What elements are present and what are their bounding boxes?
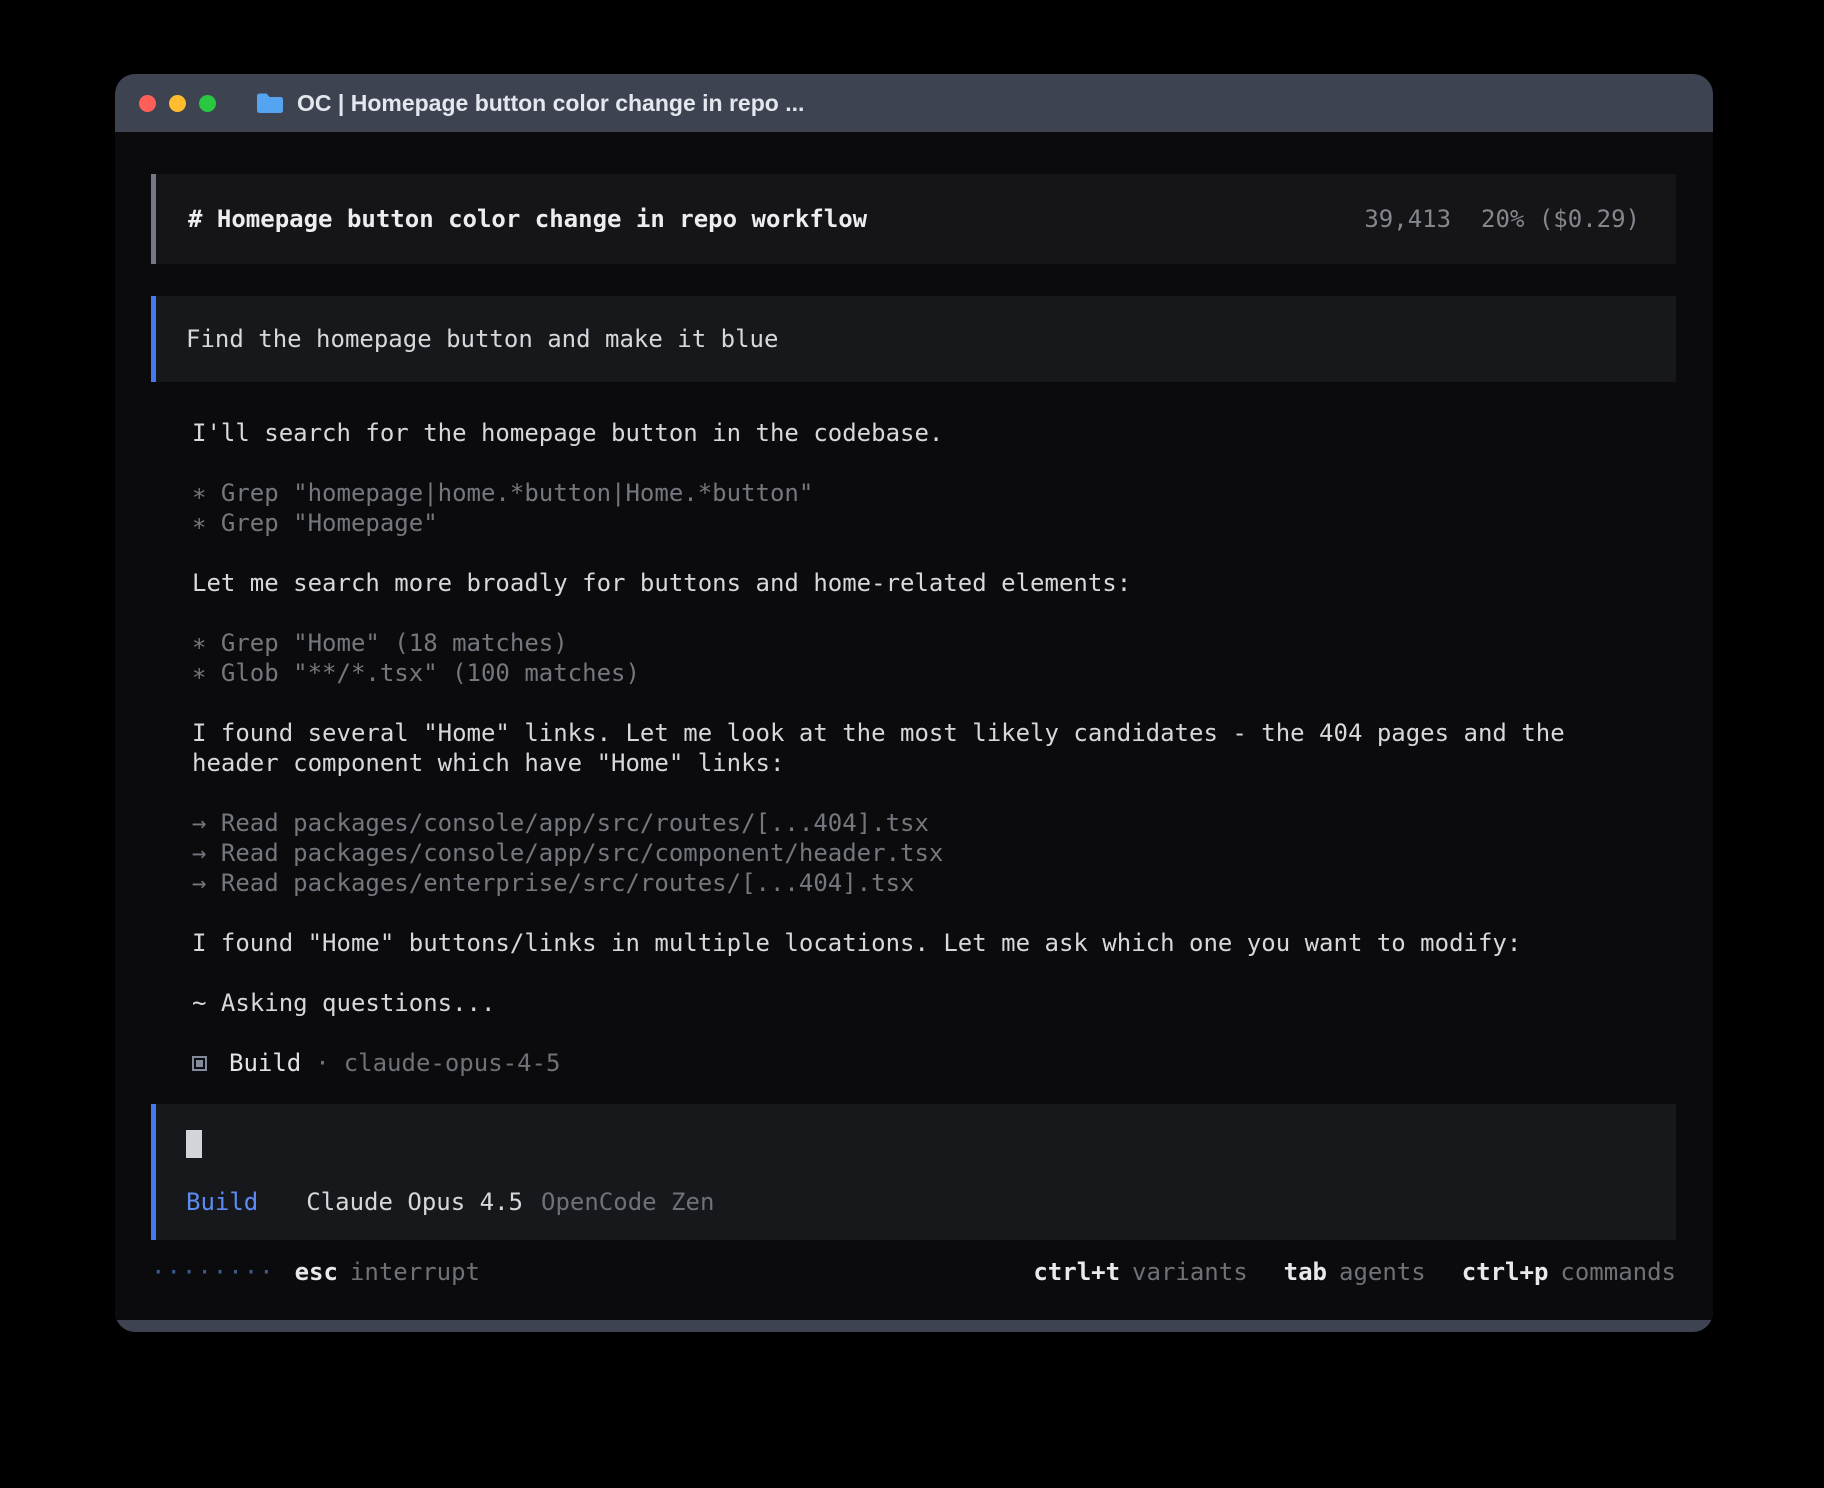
prompt-input[interactable]: Build Claude Opus 4.5 OpenCode Zen [151,1104,1676,1240]
transcript-line [192,898,1647,928]
context-usage: 20% ($0.29) [1481,205,1640,233]
transcript-line: ~ Asking questions... [192,988,1647,1018]
transcript-line: ∗ Grep "homepage|home.*button|Home.*butt… [192,478,1647,508]
window-bottom-edge [115,1320,1713,1332]
input-model-label[interactable]: Claude Opus 4.5 [306,1188,523,1216]
shortcut-label: variants [1132,1258,1248,1286]
transcript-line [192,598,1647,628]
shortcut-hints: ctrl+t variants tab agents ctrl+p commands [1033,1258,1676,1286]
transcript-line [192,448,1647,478]
transcript-line: → Read packages/enterprise/src/routes/[.… [192,868,1647,898]
agent-name: Build [229,1049,301,1077]
terminal-window: OC | Homepage button color change in rep… [115,74,1713,1332]
agent-icon [192,1056,207,1071]
transcript-line: ∗ Grep "Home" (18 matches) [192,628,1647,658]
user-message-text: Find the homepage button and make it blu… [186,325,778,353]
input-provider-label: OpenCode Zen [541,1188,714,1216]
shortcut-label: agents [1339,1258,1426,1286]
minimize-button[interactable] [169,95,186,112]
shortcut-key: ctrl+p [1462,1258,1549,1286]
shortcut-label: commands [1560,1258,1676,1286]
transcript-line: → Read packages/console/app/src/routes/[… [192,808,1647,838]
transcript-line: Let me search more broadly for buttons a… [192,568,1647,598]
window-titlebar[interactable]: OC | Homepage button color change in rep… [115,74,1713,132]
transcript-line: ∗ Glob "**/*.tsx" (100 matches) [192,658,1647,688]
agent-status-line: Build · claude-opus-4-5 [192,1048,1676,1078]
transcript-line [192,538,1647,568]
close-button[interactable] [139,95,156,112]
activity-dots: ········ [151,1258,275,1286]
esc-key-label: interrupt [350,1258,480,1286]
input-agent-label[interactable]: Build [186,1188,258,1216]
shortcut-key: tab [1284,1258,1327,1286]
esc-key-hint: esc [295,1258,338,1286]
user-message: Find the homepage button and make it blu… [151,296,1676,382]
transcript: I'll search for the homepage button in t… [192,418,1647,1018]
input-meta: Build Claude Opus 4.5 OpenCode Zen [186,1188,1646,1216]
transcript-line: ∗ Grep "Homepage" [192,508,1647,538]
token-count: 39,413 [1364,205,1451,233]
transcript-line [192,688,1647,718]
text-cursor [186,1130,202,1158]
shortcut-hint: ctrl+t variants [1033,1258,1247,1286]
folder-icon [255,91,283,115]
shortcut-hint: tab agents [1284,1258,1426,1286]
session-stats: 39,413 20% ($0.29) [1364,205,1640,233]
transcript-line: I found "Home" buttons/links in multiple… [192,928,1647,958]
transcript-line [192,778,1647,808]
shortcut-key: ctrl+t [1033,1258,1120,1286]
window-title: OC | Homepage button color change in rep… [297,90,804,117]
transcript-line: I'll search for the homepage button in t… [192,418,1647,448]
agent-model: claude-opus-4-5 [344,1049,561,1077]
terminal-content: # Homepage button color change in repo w… [115,132,1713,1320]
separator-dot: · [315,1049,329,1077]
transcript-line [192,958,1647,988]
shortcut-hint: ctrl+p commands [1462,1258,1676,1286]
transcript-line: I found several "Home" links. Let me loo… [192,718,1647,778]
session-title: # Homepage button color change in repo w… [188,205,867,233]
session-header: # Homepage button color change in repo w… [151,174,1676,264]
transcript-line: → Read packages/console/app/src/componen… [192,838,1647,868]
status-bar: ········ esc interrupt ctrl+t variants ta… [151,1256,1676,1288]
zoom-button[interactable] [199,95,216,112]
